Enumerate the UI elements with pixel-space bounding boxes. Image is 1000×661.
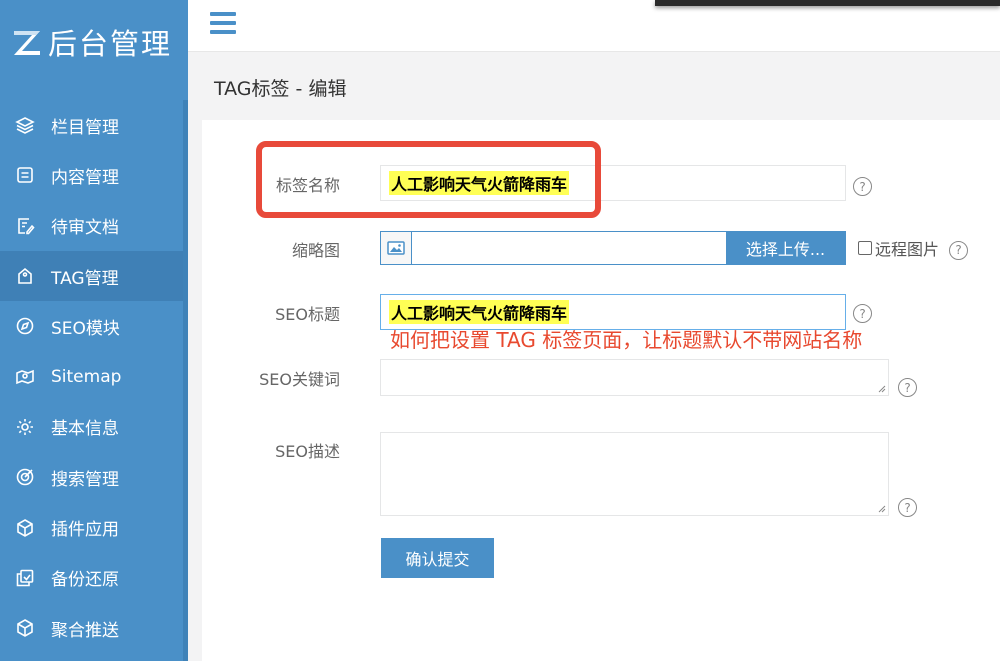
- overlay-window-edge: [655, 0, 1000, 6]
- target-icon: [14, 466, 36, 488]
- logo-text: 后台管理: [48, 27, 173, 61]
- remote-image-label: 远程图片: [875, 240, 940, 259]
- upload-button[interactable]: 选择上传...: [726, 232, 845, 264]
- sidebar-item-label: 备份还原: [51, 570, 119, 591]
- page-title: TAG标签 - 编辑: [214, 78, 347, 100]
- annotation-text: 如何把设置 TAG 标签页面，让标题默认不带网站名称: [390, 328, 863, 352]
- sidebar-item-search-management[interactable]: 搜索管理: [0, 452, 183, 502]
- edit-doc-icon: [14, 215, 36, 237]
- map-icon: [14, 366, 36, 388]
- sidebar-item-sitemap[interactable]: Sitemap: [0, 351, 183, 401]
- remote-image-option[interactable]: 远程图片 ?: [858, 236, 969, 260]
- gear-icon: [14, 416, 36, 438]
- sidebar: 后台管理 栏目管理 内容管理 待审文档 TAG管理 SEO模块 Sitemap …: [0, 0, 188, 661]
- page-header: TAG标签 - 编辑: [188, 52, 1000, 108]
- compass-icon: [14, 315, 36, 337]
- layers-icon: [14, 114, 36, 136]
- backup-icon: [14, 567, 36, 589]
- thumbnail-upload: 选择上传...: [380, 231, 846, 265]
- menu-toggle-icon[interactable]: [210, 12, 236, 34]
- sidebar-item-pending-docs[interactable]: 待审文档: [0, 201, 183, 251]
- sidebar-item-label: 搜索管理: [51, 469, 119, 490]
- seo-keywords-textarea[interactable]: [380, 359, 889, 396]
- image-icon: [381, 232, 412, 264]
- seo-keywords-label: SEO关键词: [259, 370, 340, 389]
- sidebar-item-content-management[interactable]: 内容管理: [0, 150, 183, 200]
- help-icon[interactable]: ?: [898, 378, 917, 397]
- help-icon[interactable]: ?: [853, 177, 872, 196]
- help-icon[interactable]: ?: [949, 240, 969, 260]
- logo[interactable]: 后台管理: [10, 20, 172, 64]
- sidebar-item-plugins[interactable]: 插件应用: [0, 502, 183, 552]
- resize-handle-icon[interactable]: [878, 385, 886, 393]
- cube-icon: [14, 617, 36, 639]
- sidebar-item-basic-info[interactable]: 基本信息: [0, 402, 183, 452]
- thumbnail-path-input[interactable]: [412, 232, 726, 264]
- sidebar-item-seo-module[interactable]: SEO模块: [0, 301, 183, 351]
- sidebar-nav: 栏目管理 内容管理 待审文档 TAG管理 SEO模块 Sitemap 基本信息 …: [0, 100, 183, 653]
- top-bar: [188, 0, 1000, 52]
- sidebar-item-aggregate-push[interactable]: 聚合推送: [0, 603, 183, 653]
- resize-handle-icon[interactable]: [878, 505, 886, 513]
- tag-icon: [14, 265, 36, 287]
- sidebar-item-label: 聚合推送: [51, 620, 119, 641]
- submit-button[interactable]: 确认提交: [381, 538, 494, 578]
- thumbnail-label: 缩略图: [291, 241, 340, 260]
- sidebar-item-label: 插件应用: [51, 520, 119, 541]
- sidebar-item-label: 内容管理: [51, 167, 119, 188]
- sidebar-item-tag-management[interactable]: TAG管理: [0, 250, 183, 302]
- sidebar-item-label: TAG管理: [51, 268, 119, 289]
- sidebar-item-label: Sitemap: [51, 366, 122, 387]
- remote-image-checkbox[interactable]: [858, 241, 872, 255]
- help-icon[interactable]: ?: [898, 498, 917, 517]
- sidebar-item-label: 基本信息: [51, 419, 119, 440]
- sidebar-item-label: 待审文档: [51, 218, 119, 239]
- sidebar-item-backup-restore[interactable]: 备份还原: [0, 553, 183, 603]
- seo-description-textarea[interactable]: [380, 432, 889, 516]
- sidebar-item-column-management[interactable]: 栏目管理: [0, 100, 183, 150]
- sidebar-item-label: 栏目管理: [51, 117, 119, 138]
- seo-description-label: SEO描述: [275, 442, 340, 461]
- annotation-highlight-box: [256, 141, 601, 218]
- sidebar-item-label: SEO模块: [51, 318, 120, 339]
- seo-title-label: SEO标题: [275, 305, 340, 324]
- seo-title-value: 人工影响天气火箭降雨车: [389, 300, 570, 324]
- cube-icon: [14, 517, 36, 539]
- list-icon: [14, 164, 36, 186]
- help-icon[interactable]: ?: [853, 304, 872, 323]
- logo-z-icon: [14, 31, 40, 55]
